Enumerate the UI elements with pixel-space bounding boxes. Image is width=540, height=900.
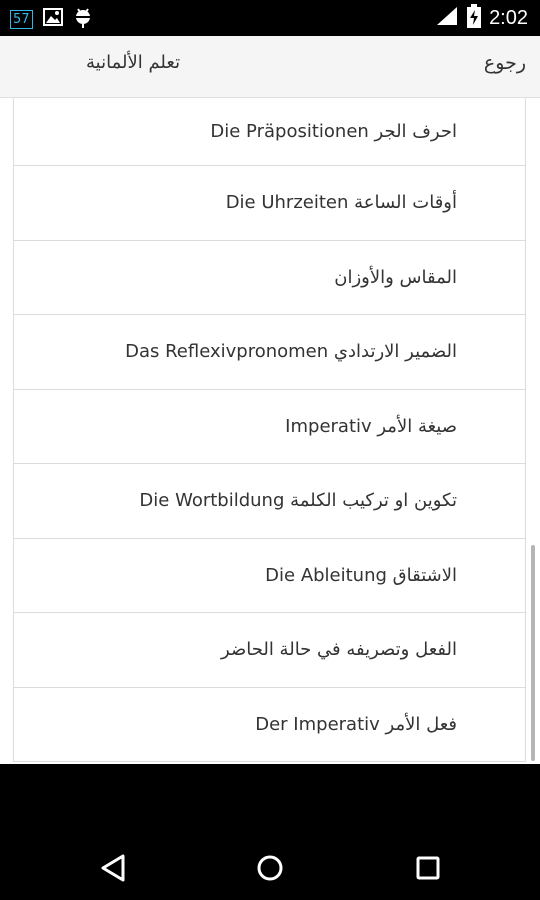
content-area: احرف الجر Die Präpositionen Die Uhrzeite… [0, 98, 540, 764]
topics-list: احرف الجر Die Präpositionen Die Uhrzeite… [13, 98, 526, 762]
scrollbar[interactable] [531, 545, 535, 761]
list-item-label: Der Imperativ فعل الأمر [255, 713, 457, 735]
status-left: 57 [10, 6, 93, 32]
status-clock: 2:02 [489, 6, 528, 29]
list-item-label: Die Ableitung الاشتقاق [265, 564, 457, 586]
app-title: تعلم الألمانية [86, 52, 181, 73]
list-item-reflexive-pronoun[interactable]: Das Reflexivpronomen الضمير الارتدادي [14, 315, 525, 390]
back-button[interactable]: رجوع [484, 52, 526, 74]
list-item-word-formation[interactable]: تكوين او تركيب الكلمة Die Wortbildung [14, 464, 525, 539]
list-item-label: Die Uhrzeiten أوقات الساعة [225, 192, 457, 214]
nav-back-icon[interactable] [93, 848, 133, 888]
list-item-label: صيغة الأمر Imperativ [285, 415, 457, 437]
android-debug-icon [73, 6, 93, 32]
list-item-label: احرف الجر Die Präpositionen [210, 121, 457, 142]
list-item-der-imperativ[interactable]: Der Imperativ فعل الأمر [14, 688, 525, 762]
list-item-label: تكوين او تركيب الكلمة Die Wortbildung [139, 490, 457, 512]
app-bar: تعلم الألمانية رجوع [0, 36, 540, 98]
nav-recents-icon[interactable] [408, 848, 448, 888]
battery-icon [467, 4, 482, 32]
list-item-derivation[interactable]: Die Ableitung الاشتقاق [14, 539, 525, 613]
list-item-measures[interactable]: المقاس والأوزان [14, 241, 525, 315]
list-item-imperative-form[interactable]: صيغة الأمر Imperativ [14, 390, 525, 464]
notification-count-badge: 57 [10, 9, 33, 29]
signal-icon [435, 5, 459, 31]
navigation-bar [0, 764, 540, 900]
list-item-label: الفعل وتصريفه في حالة الحاضر [221, 639, 457, 661]
status-right: 2:02 [435, 4, 528, 32]
list-item-present-conjugation[interactable]: الفعل وتصريفه في حالة الحاضر [14, 613, 525, 688]
image-icon [42, 8, 63, 30]
nav-home-icon[interactable] [250, 848, 290, 888]
list-item-label: المقاس والأوزان [334, 266, 457, 288]
list-item-times[interactable]: Die Uhrzeiten أوقات الساعة [14, 166, 525, 241]
status-bar: 57 2:02 [0, 0, 540, 36]
list-item-label: Das Reflexivpronomen الضمير الارتدادي [125, 341, 457, 363]
list-item-prepositions[interactable]: احرف الجر Die Präpositionen [14, 98, 525, 166]
